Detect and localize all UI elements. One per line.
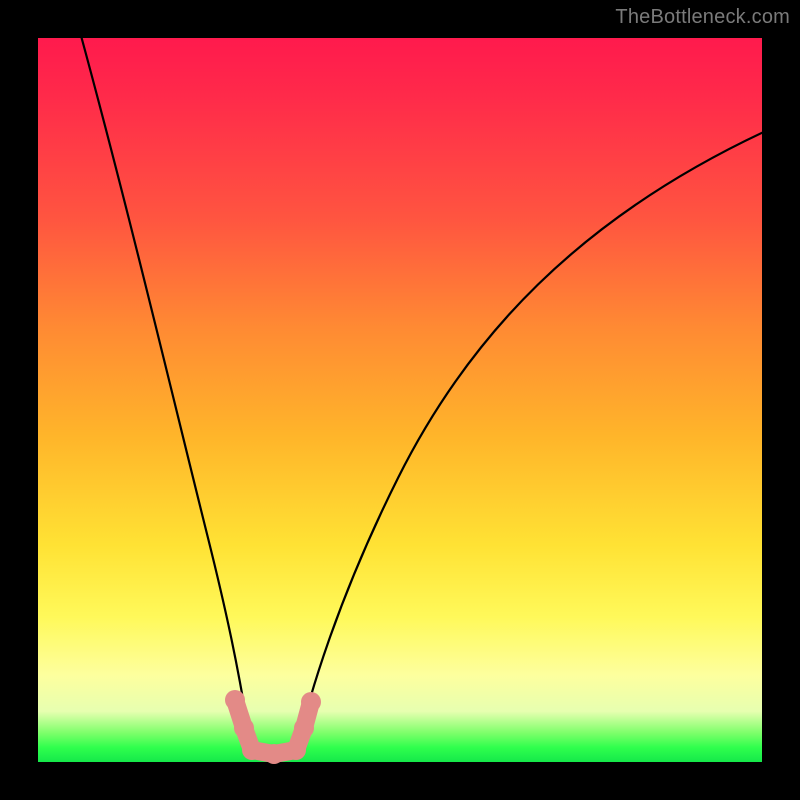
plot-area <box>38 38 762 762</box>
marker-dot <box>242 740 262 760</box>
watermark-text: TheBottleneck.com <box>615 6 790 29</box>
marker-dot <box>225 690 245 710</box>
curve-right-branch <box>296 130 768 754</box>
curve-layer <box>38 38 762 762</box>
chart-frame: TheBottleneck.com <box>0 0 800 800</box>
curve-left-branch <box>80 32 252 754</box>
marker-dot <box>234 718 254 738</box>
marker-dot <box>264 744 284 764</box>
marker-dot <box>294 718 314 738</box>
marker-dot <box>301 692 321 712</box>
marker-dot <box>286 740 306 760</box>
